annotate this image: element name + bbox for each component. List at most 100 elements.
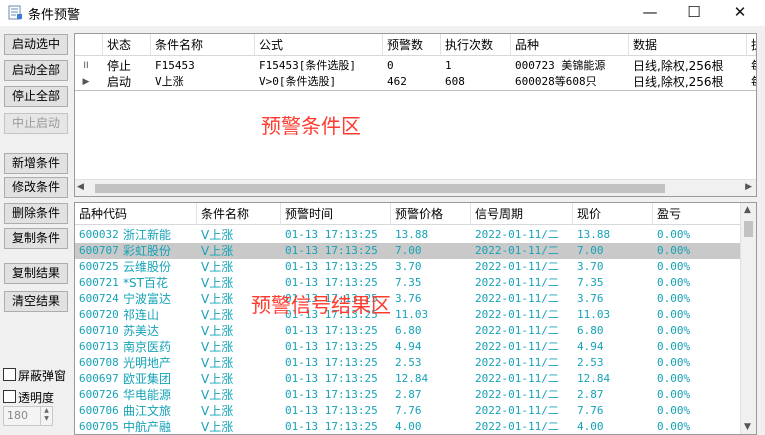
result-row[interactable]: 600032 浙江新能 V上涨 01-13 17:13:25 13.88 2022-01-… (75, 227, 756, 243)
result-row[interactable]: 600713 南京医药 V上涨 01-13 17:13:25 4.94 2022-01-1… (75, 339, 756, 355)
transparency-spinner[interactable]: 180 ▲ ▼ (3, 406, 53, 426)
result-row[interactable]: 600725 云维股份 V上涨 01-13 17:13:25 3.70 2022-01-1… (75, 259, 756, 275)
col-code[interactable]: 品种代码 (75, 203, 197, 225)
result-current-price: 2.53 (577, 356, 604, 369)
col-alert-count[interactable]: 预警数 (383, 34, 441, 56)
result-period: 2022-01-11/二 (475, 340, 559, 353)
col-status[interactable]: 状态 (103, 34, 151, 56)
condition-row[interactable]: II 停止 F15453 F15453[条件选股] 0 1 000723 美锦能… (75, 58, 756, 74)
result-price: 4.00 (395, 420, 422, 433)
result-price: 3.76 (395, 292, 422, 305)
result-current-price: 7.00 (577, 244, 604, 257)
col-data[interactable]: 数据 (629, 34, 747, 56)
block-popup-box[interactable] (3, 368, 16, 381)
minimize-button[interactable]: — (628, 0, 672, 26)
col-result-condition[interactable]: 条件名称 (197, 203, 281, 225)
condition-status: 停止 (107, 59, 132, 73)
result-current-price: 7.35 (577, 276, 604, 289)
spinner-arrows-icon[interactable]: ▲ ▼ (40, 407, 52, 425)
result-time: 01-13 17:13:25 (285, 420, 378, 433)
results-vscrollbar[interactable]: ▲ ▼ (740, 203, 756, 434)
add-condition-button[interactable]: 新增条件 (4, 153, 68, 174)
result-row[interactable]: 600726 华电能源 V上涨 01-13 17:13:25 2.87 2022-01-1… (75, 387, 756, 403)
result-code: 600032 (79, 228, 119, 241)
result-row[interactable]: 600708 光明地产 V上涨 01-13 17:13:25 2.53 2022-01-1… (75, 355, 756, 371)
result-row[interactable]: 600706 曲江文旅 V上涨 01-13 17:13:25 7.76 2022-01-1… (75, 403, 756, 419)
col-formula[interactable]: 公式 (255, 34, 383, 56)
close-button[interactable]: ✕ (718, 0, 762, 26)
delete-condition-button[interactable]: 删除条件 (4, 203, 68, 224)
condition-formula: V>0[条件选股] (259, 75, 337, 88)
abort-start-button[interactable]: 中止启动 (4, 113, 68, 134)
result-time: 01-13 17:13:25 (285, 260, 378, 273)
hscroll-thumb[interactable] (95, 184, 665, 193)
result-period: 2022-01-11/二 (475, 260, 559, 273)
result-pnl: 0.00% (657, 340, 691, 353)
condition-row[interactable]: ▶ 启动 V上涨 V>0[条件选股] 462 608 600028等608只 日… (75, 74, 756, 90)
result-pnl: 0.00% (657, 404, 691, 417)
result-period: 2022-01-11/二 (475, 372, 559, 385)
clear-results-button[interactable]: 清空结果 (4, 291, 68, 312)
result-period: 2022-01-11/二 (475, 308, 559, 321)
result-condition: V上涨 (201, 260, 234, 274)
col-pnl[interactable]: 盈亏 (653, 203, 741, 225)
maximize-button[interactable]: ☐ (672, 0, 716, 26)
start-selected-button[interactable]: 启动选中 (4, 34, 68, 55)
transparency-label: 透明度 (18, 391, 55, 405)
conditions-hscrollbar[interactable]: ◀ ▶ (75, 179, 756, 196)
condition-status: 启动 (107, 75, 132, 89)
transparency-box[interactable] (3, 390, 16, 403)
result-row[interactable]: 600724 宁波富达 V上涨 01-13 17:13:25 3.76 2022-01-1… (75, 291, 756, 307)
result-pnl: 0.00% (657, 308, 691, 321)
stop-all-button[interactable]: 停止全部 (4, 86, 68, 107)
col-signal-period[interactable]: 信号周期 (471, 203, 573, 225)
result-code: 600697 (79, 372, 119, 385)
result-time: 01-13 17:13:25 (285, 372, 378, 385)
result-pnl: 0.00% (657, 324, 691, 337)
result-period: 2022-01-11/二 (475, 420, 559, 433)
col-run-count[interactable]: 执行次数 (441, 34, 511, 56)
col-exec[interactable]: 执 (747, 34, 756, 56)
result-code: 600725 (79, 260, 119, 273)
result-code: 600726 (79, 388, 119, 401)
result-current-price: 3.70 (577, 260, 604, 273)
result-row[interactable]: 600707 彩虹股份 V上涨 01-13 17:13:25 7.00 2022-01-1… (75, 243, 756, 259)
result-row[interactable]: 600705 中航产融 V上涨 01-13 17:13:25 4.00 2022-01-1… (75, 419, 756, 434)
condition-data: 日线,除权,256根 (633, 75, 724, 89)
scroll-right-icon[interactable]: ▶ (745, 182, 752, 192)
col-condition-name[interactable]: 条件名称 (151, 34, 255, 56)
result-time: 01-13 17:13:25 (285, 340, 378, 353)
col-current-price[interactable]: 现价 (573, 203, 653, 225)
result-stock-name: 华电能源 (123, 388, 172, 402)
result-row[interactable]: 600721 *ST百花 V上涨 01-13 17:13:25 7.35 2022-01-… (75, 275, 756, 291)
result-pnl: 0.00% (657, 388, 691, 401)
result-price: 4.94 (395, 340, 422, 353)
result-period: 2022-01-11/二 (475, 324, 559, 337)
result-code: 600724 (79, 292, 119, 305)
scroll-left-icon[interactable]: ◀ (77, 182, 84, 192)
result-price: 3.70 (395, 260, 422, 273)
copy-condition-button[interactable]: 复制条件 (4, 228, 68, 249)
start-all-button[interactable]: 启动全部 (4, 60, 68, 81)
result-period: 2022-01-11/二 (475, 292, 559, 305)
title-bar: 条件预警 — ☐ ✕ (0, 0, 765, 26)
col-symbols[interactable]: 品种 (511, 34, 629, 56)
result-row[interactable]: 600697 欧亚集团 V上涨 01-13 17:13:25 12.84 2022-01-… (75, 371, 756, 387)
result-current-price: 12.84 (577, 372, 611, 385)
result-code: 600705 (79, 420, 119, 433)
edit-condition-button[interactable]: 修改条件 (4, 177, 68, 198)
result-row[interactable]: 600710 苏美达 V上涨 01-13 17:13:25 6.80 2022-01-11… (75, 323, 756, 339)
result-price: 6.80 (395, 324, 422, 337)
col-alert-time[interactable]: 预警时间 (281, 203, 391, 225)
result-row[interactable]: 600720 祁连山 V上涨 01-13 17:13:25 11.03 2022-01-1… (75, 307, 756, 323)
scroll-down-icon[interactable]: ▼ (744, 422, 751, 432)
result-price: 7.00 (395, 244, 422, 257)
result-code: 600710 (79, 324, 119, 337)
col-alert-price[interactable]: 预警价格 (391, 203, 471, 225)
copy-results-button[interactable]: 复制结果 (4, 263, 68, 284)
result-time: 01-13 17:13:25 (285, 324, 378, 337)
vscroll-thumb[interactable] (744, 221, 753, 237)
result-current-price: 2.87 (577, 388, 604, 401)
result-current-price: 4.00 (577, 420, 604, 433)
scroll-up-icon[interactable]: ▲ (744, 205, 751, 215)
